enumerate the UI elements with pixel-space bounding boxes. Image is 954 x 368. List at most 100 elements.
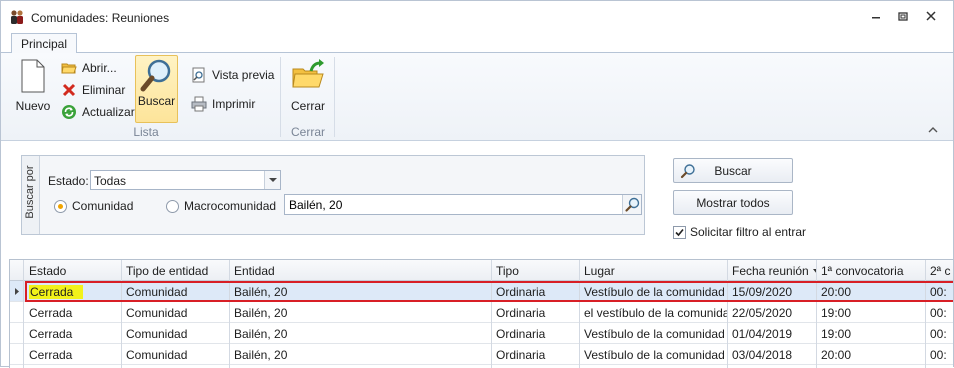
buscar-ribbon-button[interactable]: Buscar xyxy=(135,55,178,123)
ribbon: Nuevo Abrir... Eliminar Actualizar Busca… xyxy=(1,53,953,141)
search-icon[interactable] xyxy=(622,195,641,214)
cell-fecha[interactable]: 22/05/2020 xyxy=(728,302,817,323)
search-input[interactable] xyxy=(287,196,617,213)
vista-previa-button[interactable]: Vista previa xyxy=(191,65,274,85)
cell-lugar[interactable]: el vestíbulo de la comunidad xyxy=(580,302,728,323)
printer-icon xyxy=(191,96,207,112)
abrir-label: Abrir... xyxy=(82,61,117,75)
highlighted-estado: Cerrada xyxy=(29,285,84,299)
reuniones-grid: Estado Tipo de entidad Entidad Tipo Luga… xyxy=(9,259,953,368)
cell-fecha[interactable]: 15/09/2020 xyxy=(728,281,817,302)
radio-comunidad[interactable]: Comunidad xyxy=(54,199,133,213)
radio-macrocomunidad[interactable]: Macrocomunidad xyxy=(166,199,276,213)
eliminar-button[interactable]: Eliminar xyxy=(61,80,125,100)
actualizar-label: Actualizar xyxy=(82,105,135,119)
cell-estado[interactable]: Cerrada xyxy=(25,302,122,323)
col-header-estado[interactable]: Estado xyxy=(25,260,122,281)
cell-entidad[interactable]: Bailén, 20 xyxy=(230,281,492,302)
tab-principal[interactable]: Principal xyxy=(11,33,78,54)
cell-convocatoria-2[interactable]: 00: xyxy=(926,323,953,344)
mostrar-todos-button[interactable]: Mostrar todos xyxy=(673,190,793,215)
search-field[interactable] xyxy=(284,194,642,215)
radio-macrocomunidad-dot[interactable] xyxy=(166,199,179,213)
group-label-lista: Lista xyxy=(133,125,159,139)
ribbon-group-divider xyxy=(334,57,335,137)
cerrar-ribbon-button[interactable]: Cerrar xyxy=(287,57,329,115)
print-preview-icon xyxy=(192,67,205,83)
row-indicator xyxy=(10,323,24,344)
col-header-tipo-entidad[interactable]: Tipo de entidad xyxy=(122,260,230,281)
ribbon-tab-strip: Principal xyxy=(1,33,953,54)
col-header-1-convocatoria[interactable]: 1ª convocatoria xyxy=(817,260,926,281)
dropdown-arrow-icon[interactable] xyxy=(264,171,280,189)
refresh-icon xyxy=(62,105,76,119)
main-window: Comunidades: Reuniones Principal Nuevo A… xyxy=(0,0,954,368)
buscar-button[interactable]: Buscar xyxy=(673,158,793,183)
col-header-entidad[interactable]: Entidad xyxy=(230,260,492,281)
cell-lugar[interactable]: Vestíbulo de la comunidad xyxy=(580,323,728,344)
filter-panel: Buscar por Estado: Todas Comunidad Macro… xyxy=(1,142,953,260)
new-document-icon xyxy=(21,59,45,93)
cell-tipo[interactable]: Ordinaria xyxy=(492,323,580,344)
cell-tipo-entidad[interactable]: Comunidad xyxy=(122,302,230,323)
cell-entidad[interactable]: Bailén, 20 xyxy=(230,344,492,365)
cell-lugar[interactable]: Vestíbulo de la comunidad xyxy=(580,281,728,302)
minimize-icon[interactable] xyxy=(867,9,885,25)
collapse-ribbon-icon[interactable] xyxy=(928,126,938,134)
table-row[interactable]: Cerrada Comunidad Bailén, 20 Ordinaria V… xyxy=(10,281,953,302)
buscar-por-side-label: Buscar por xyxy=(22,156,40,234)
checkbox-checked-icon[interactable] xyxy=(673,225,686,239)
col-header-fecha-reunion[interactable]: Fecha reunión xyxy=(728,260,817,281)
restore-icon[interactable] xyxy=(894,9,912,25)
estado-select[interactable]: Todas xyxy=(90,170,281,190)
ribbon-group-divider xyxy=(280,57,281,137)
cell-lugar[interactable]: Vestíbulo de la comunidad xyxy=(580,344,728,365)
cell-fecha[interactable]: 03/04/2018 xyxy=(728,344,817,365)
col-header-lugar[interactable]: Lugar xyxy=(580,260,728,281)
radio-comunidad-dot[interactable] xyxy=(54,199,67,213)
cell-convocatoria-2[interactable]: 00: xyxy=(926,344,953,365)
cell-estado[interactable]: Cerrada xyxy=(25,281,122,302)
cell-convocatoria-2[interactable]: 00: xyxy=(926,281,953,302)
cell-entidad[interactable]: Bailén, 20 xyxy=(230,302,492,323)
title-bar: Comunidades: Reuniones xyxy=(1,1,953,33)
cell-fecha[interactable]: 01/04/2019 xyxy=(728,323,817,344)
cell-convocatoria-2[interactable]: 00: xyxy=(926,302,953,323)
close-folder-arrow-icon xyxy=(292,59,324,88)
table-row[interactable]: Cerrada Comunidad Bailén, 20 Ordinaria e… xyxy=(10,302,953,323)
col-header-2-convocatoria[interactable]: 2ª c xyxy=(926,260,953,281)
cell-tipo[interactable]: Ordinaria xyxy=(492,302,580,323)
row-indicator xyxy=(10,344,24,365)
cell-convocatoria-1[interactable]: 20:00 xyxy=(817,344,926,365)
cell-estado[interactable]: Cerrada xyxy=(25,344,122,365)
cell-convocatoria-1[interactable]: 19:00 xyxy=(817,323,926,344)
row-indicator-header xyxy=(10,260,24,281)
table-row[interactable]: Cerrada Comunidad Bailén, 20 Ordinaria V… xyxy=(10,323,953,344)
close-icon[interactable] xyxy=(922,9,940,25)
cell-tipo-entidad[interactable]: Comunidad xyxy=(122,323,230,344)
window-title: Comunidades: Reuniones xyxy=(31,11,170,25)
cell-tipo-entidad[interactable]: Comunidad xyxy=(122,281,230,302)
cell-estado[interactable]: Cerrada xyxy=(25,323,122,344)
abrir-button[interactable]: Abrir... xyxy=(61,58,117,78)
imprimir-button[interactable]: Imprimir xyxy=(191,94,255,114)
estado-select-value: Todas xyxy=(94,174,127,188)
cell-tipo[interactable]: Ordinaria xyxy=(492,344,580,365)
table-row[interactable]: Cerrada Comunidad Bailén, 20 Ordinaria V… xyxy=(10,344,953,365)
buscar-por-group: Buscar por Estado: Todas Comunidad Macro… xyxy=(21,155,645,235)
row-indicator xyxy=(10,302,24,323)
actualizar-button[interactable]: Actualizar xyxy=(61,102,135,122)
nuevo-button[interactable]: Nuevo xyxy=(15,57,51,115)
cell-tipo[interactable]: Ordinaria xyxy=(492,281,580,302)
cell-entidad[interactable]: Bailén, 20 xyxy=(230,323,492,344)
cell-tipo-entidad[interactable]: Comunidad xyxy=(122,344,230,365)
nuevo-label: Nuevo xyxy=(15,99,51,113)
solicitar-filtro-checkbox[interactable]: Solicitar filtro al entrar xyxy=(673,225,806,239)
vista-previa-label: Vista previa xyxy=(212,68,275,82)
cell-convocatoria-1[interactable]: 20:00 xyxy=(817,281,926,302)
solicitar-filtro-label: Solicitar filtro al entrar xyxy=(690,225,807,239)
row-indicator xyxy=(10,281,24,302)
community-people-icon xyxy=(11,10,23,24)
cell-convocatoria-1[interactable]: 19:00 xyxy=(817,302,926,323)
col-header-tipo[interactable]: Tipo xyxy=(492,260,580,281)
